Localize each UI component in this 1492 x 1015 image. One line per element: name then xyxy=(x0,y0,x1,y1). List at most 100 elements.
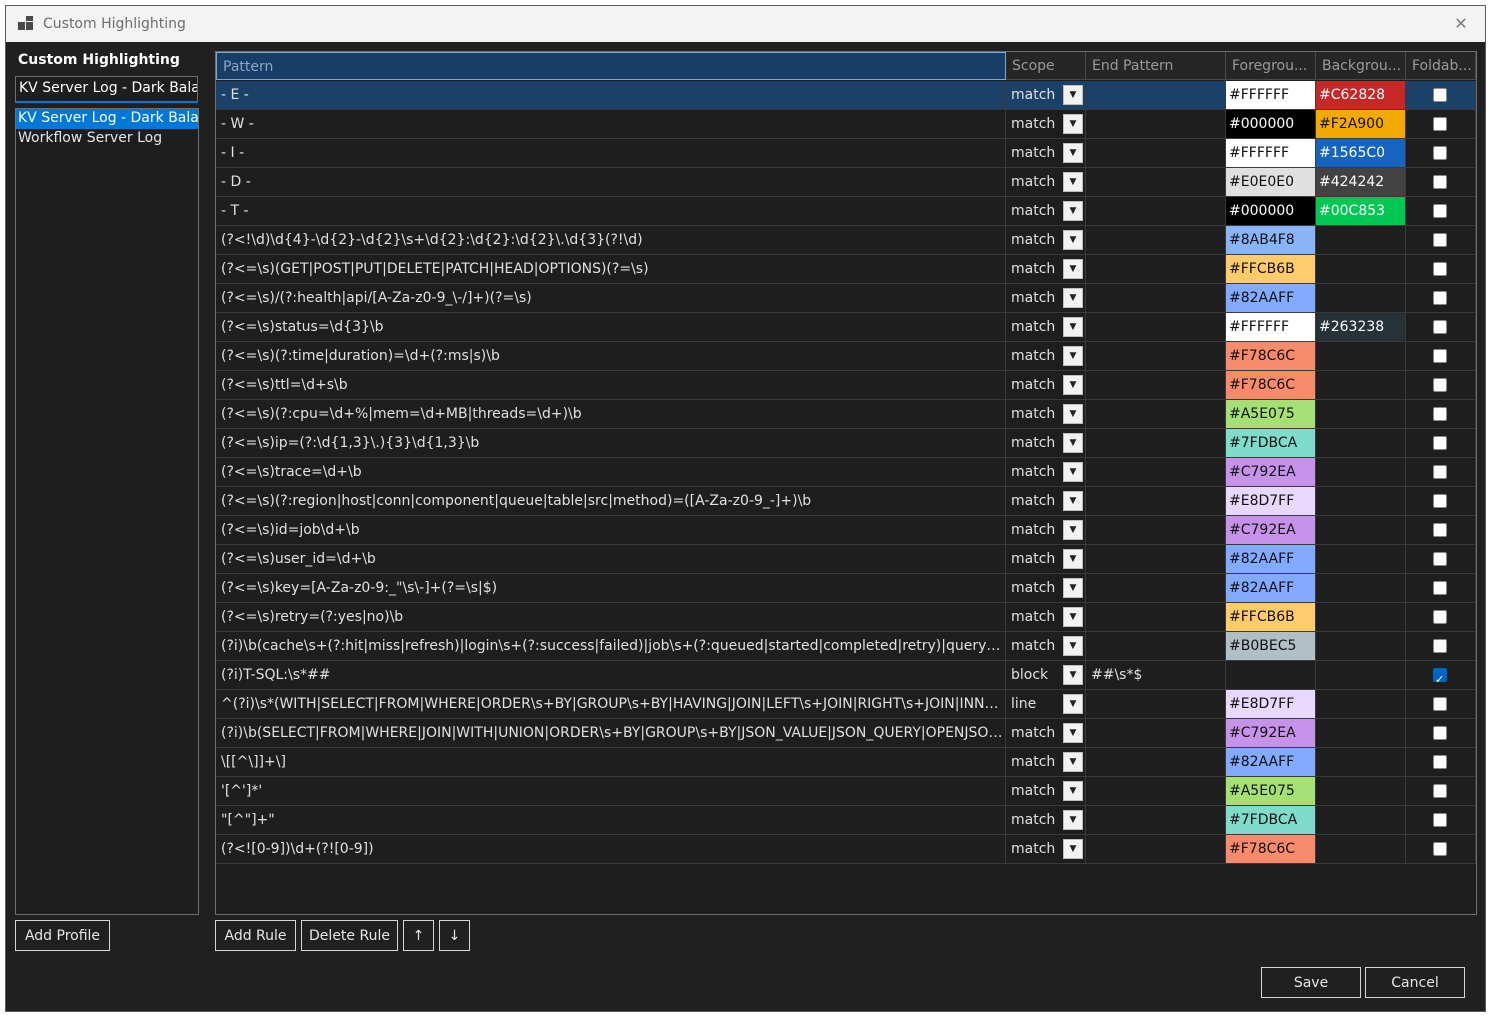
chevron-down-icon[interactable]: ▼ xyxy=(1063,404,1083,424)
pattern-cell[interactable]: - W - xyxy=(216,110,1006,138)
column-header-end-pattern[interactable]: End Pattern xyxy=(1086,52,1226,80)
end-pattern-cell[interactable] xyxy=(1086,632,1226,660)
foreground-color-cell[interactable]: #C792EA xyxy=(1226,458,1316,486)
chevron-down-icon[interactable]: ▼ xyxy=(1063,723,1083,743)
table-row[interactable]: (?<=\s)user_id=\d+\b match ▼ #82AAFF xyxy=(216,545,1476,574)
end-pattern-cell[interactable] xyxy=(1086,806,1226,834)
foldable-checkbox[interactable] xyxy=(1433,639,1447,653)
foldable-checkbox[interactable] xyxy=(1433,755,1447,769)
end-pattern-cell[interactable] xyxy=(1086,429,1226,457)
scope-cell[interactable]: match ▼ xyxy=(1006,197,1086,225)
pattern-cell[interactable]: (?<=\s)retry=(?:yes|no)\b xyxy=(216,603,1006,631)
foreground-color-cell[interactable]: #000000 xyxy=(1226,197,1316,225)
background-color-cell[interactable] xyxy=(1316,661,1406,689)
chevron-down-icon[interactable]: ▼ xyxy=(1063,317,1083,337)
table-row[interactable]: "[^"]+" match ▼ #7FDBCA xyxy=(216,806,1476,835)
chevron-down-icon[interactable]: ▼ xyxy=(1063,752,1083,772)
foldable-checkbox[interactable] xyxy=(1433,378,1447,392)
foreground-color-cell[interactable]: #A5E075 xyxy=(1226,777,1316,805)
background-color-cell[interactable] xyxy=(1316,284,1406,312)
scope-cell[interactable]: match ▼ xyxy=(1006,81,1086,109)
move-up-button[interactable]: ↑ xyxy=(403,920,434,951)
chevron-down-icon[interactable]: ▼ xyxy=(1063,665,1083,685)
table-row[interactable]: (?<=\s)(?:region|host|conn|component|que… xyxy=(216,487,1476,516)
move-down-button[interactable]: ↓ xyxy=(439,920,470,951)
scope-cell[interactable]: match ▼ xyxy=(1006,458,1086,486)
chevron-down-icon[interactable]: ▼ xyxy=(1063,781,1083,801)
table-row[interactable]: - I - match ▼ #FFFFFF #1565C0 xyxy=(216,139,1476,168)
table-row[interactable]: - D - match ▼ #E0E0E0 #424242 xyxy=(216,168,1476,197)
foreground-color-cell[interactable]: #82AAFF xyxy=(1226,545,1316,573)
chevron-down-icon[interactable]: ▼ xyxy=(1063,346,1083,366)
table-row[interactable]: (?<=\s)/(?:health|api/[A-Za-z0-9_\-/]+)(… xyxy=(216,284,1476,313)
profile-list-item[interactable]: Workflow Server Log xyxy=(16,129,198,149)
profile-list-item[interactable]: KV Server Log - Dark Balanced xyxy=(16,109,198,129)
chevron-down-icon[interactable]: ▼ xyxy=(1063,694,1083,714)
foldable-checkbox[interactable] xyxy=(1433,407,1447,421)
table-row[interactable]: (?<=\s)(?:cpu=\d+%|mem=\d+MB|threads=\d+… xyxy=(216,400,1476,429)
pattern-cell[interactable]: (?<=\s)ip=(?:\d{1,3}\.){3}\d{1,3}\b xyxy=(216,429,1006,457)
pattern-cell[interactable]: \[[^\]]+\] xyxy=(216,748,1006,776)
foreground-color-cell[interactable]: #82AAFF xyxy=(1226,574,1316,602)
background-color-cell[interactable] xyxy=(1316,342,1406,370)
foreground-color-cell[interactable]: #FFCB6B xyxy=(1226,603,1316,631)
chevron-down-icon[interactable]: ▼ xyxy=(1063,375,1083,395)
foldable-checkbox[interactable] xyxy=(1433,697,1447,711)
background-color-cell[interactable] xyxy=(1316,632,1406,660)
chevron-down-icon[interactable]: ▼ xyxy=(1063,201,1083,221)
foldable-checkbox[interactable] xyxy=(1433,320,1447,334)
pattern-cell[interactable]: (?<!\d)\d{4}-\d{2}-\d{2}\s+\d{2}:\d{2}:\… xyxy=(216,226,1006,254)
chevron-down-icon[interactable]: ▼ xyxy=(1063,810,1083,830)
background-color-cell[interactable] xyxy=(1316,487,1406,515)
foldable-checkbox[interactable] xyxy=(1433,842,1447,856)
foreground-color-cell[interactable]: #000000 xyxy=(1226,110,1316,138)
table-row[interactable]: - W - match ▼ #000000 #F2A900 xyxy=(216,110,1476,139)
scope-cell[interactable]: match ▼ xyxy=(1006,342,1086,370)
table-row[interactable]: (?<=\s)id=job\d+\b match ▼ #C792EA xyxy=(216,516,1476,545)
end-pattern-cell[interactable] xyxy=(1086,371,1226,399)
scope-cell[interactable]: line ▼ xyxy=(1006,690,1086,718)
end-pattern-cell[interactable] xyxy=(1086,342,1226,370)
scope-cell[interactable]: match ▼ xyxy=(1006,400,1086,428)
column-header-foldable[interactable]: Foldab... xyxy=(1406,52,1476,80)
end-pattern-cell[interactable] xyxy=(1086,81,1226,109)
pattern-cell[interactable]: (?i)\b(SELECT|FROM|WHERE|JOIN|WITH|UNION… xyxy=(216,719,1006,747)
foldable-checkbox[interactable] xyxy=(1433,436,1447,450)
foldable-checkbox[interactable] xyxy=(1433,233,1447,247)
pattern-cell[interactable]: (?<=\s)(?:cpu=\d+%|mem=\d+MB|threads=\d+… xyxy=(216,400,1006,428)
table-row[interactable]: (?<=\s)trace=\d+\b match ▼ #C792EA xyxy=(216,458,1476,487)
background-color-cell[interactable]: #F2A900 xyxy=(1316,110,1406,138)
column-header-pattern[interactable]: Pattern xyxy=(216,52,1006,80)
end-pattern-cell[interactable] xyxy=(1086,458,1226,486)
foldable-checkbox[interactable] xyxy=(1433,349,1447,363)
end-pattern-cell[interactable] xyxy=(1086,197,1226,225)
end-pattern-cell[interactable] xyxy=(1086,226,1226,254)
background-color-cell[interactable] xyxy=(1316,255,1406,283)
chevron-down-icon[interactable]: ▼ xyxy=(1063,578,1083,598)
foldable-checkbox[interactable] xyxy=(1433,291,1447,305)
foreground-color-cell[interactable]: #B0BEC5 xyxy=(1226,632,1316,660)
foldable-checkbox[interactable] xyxy=(1433,784,1447,798)
foldable-checkbox[interactable] xyxy=(1433,610,1447,624)
scope-cell[interactable]: match ▼ xyxy=(1006,371,1086,399)
column-header-background[interactable]: Backgrou... xyxy=(1316,52,1406,80)
chevron-down-icon[interactable]: ▼ xyxy=(1063,85,1083,105)
pattern-cell[interactable]: (?<=\s)status=\d{3}\b xyxy=(216,313,1006,341)
end-pattern-cell[interactable] xyxy=(1086,487,1226,515)
end-pattern-cell[interactable] xyxy=(1086,545,1226,573)
foreground-color-cell[interactable]: #F78C6C xyxy=(1226,371,1316,399)
foldable-checkbox[interactable] xyxy=(1433,726,1447,740)
pattern-cell[interactable]: (?i)\b(cache\s+(?:hit|miss|refresh)|logi… xyxy=(216,632,1006,660)
scope-cell[interactable]: match ▼ xyxy=(1006,777,1086,805)
foldable-checkbox[interactable] xyxy=(1433,262,1447,276)
pattern-cell[interactable]: - E - xyxy=(216,81,1006,109)
end-pattern-cell[interactable] xyxy=(1086,110,1226,138)
foreground-color-cell[interactable] xyxy=(1226,661,1316,689)
scope-cell[interactable]: match ▼ xyxy=(1006,516,1086,544)
end-pattern-cell[interactable] xyxy=(1086,748,1226,776)
table-row[interactable]: (?i)\b(cache\s+(?:hit|miss|refresh)|logi… xyxy=(216,632,1476,661)
scope-cell[interactable]: match ▼ xyxy=(1006,574,1086,602)
end-pattern-cell[interactable] xyxy=(1086,603,1226,631)
foreground-color-cell[interactable]: #E0E0E0 xyxy=(1226,168,1316,196)
add-rule-button[interactable]: Add Rule xyxy=(215,920,296,951)
